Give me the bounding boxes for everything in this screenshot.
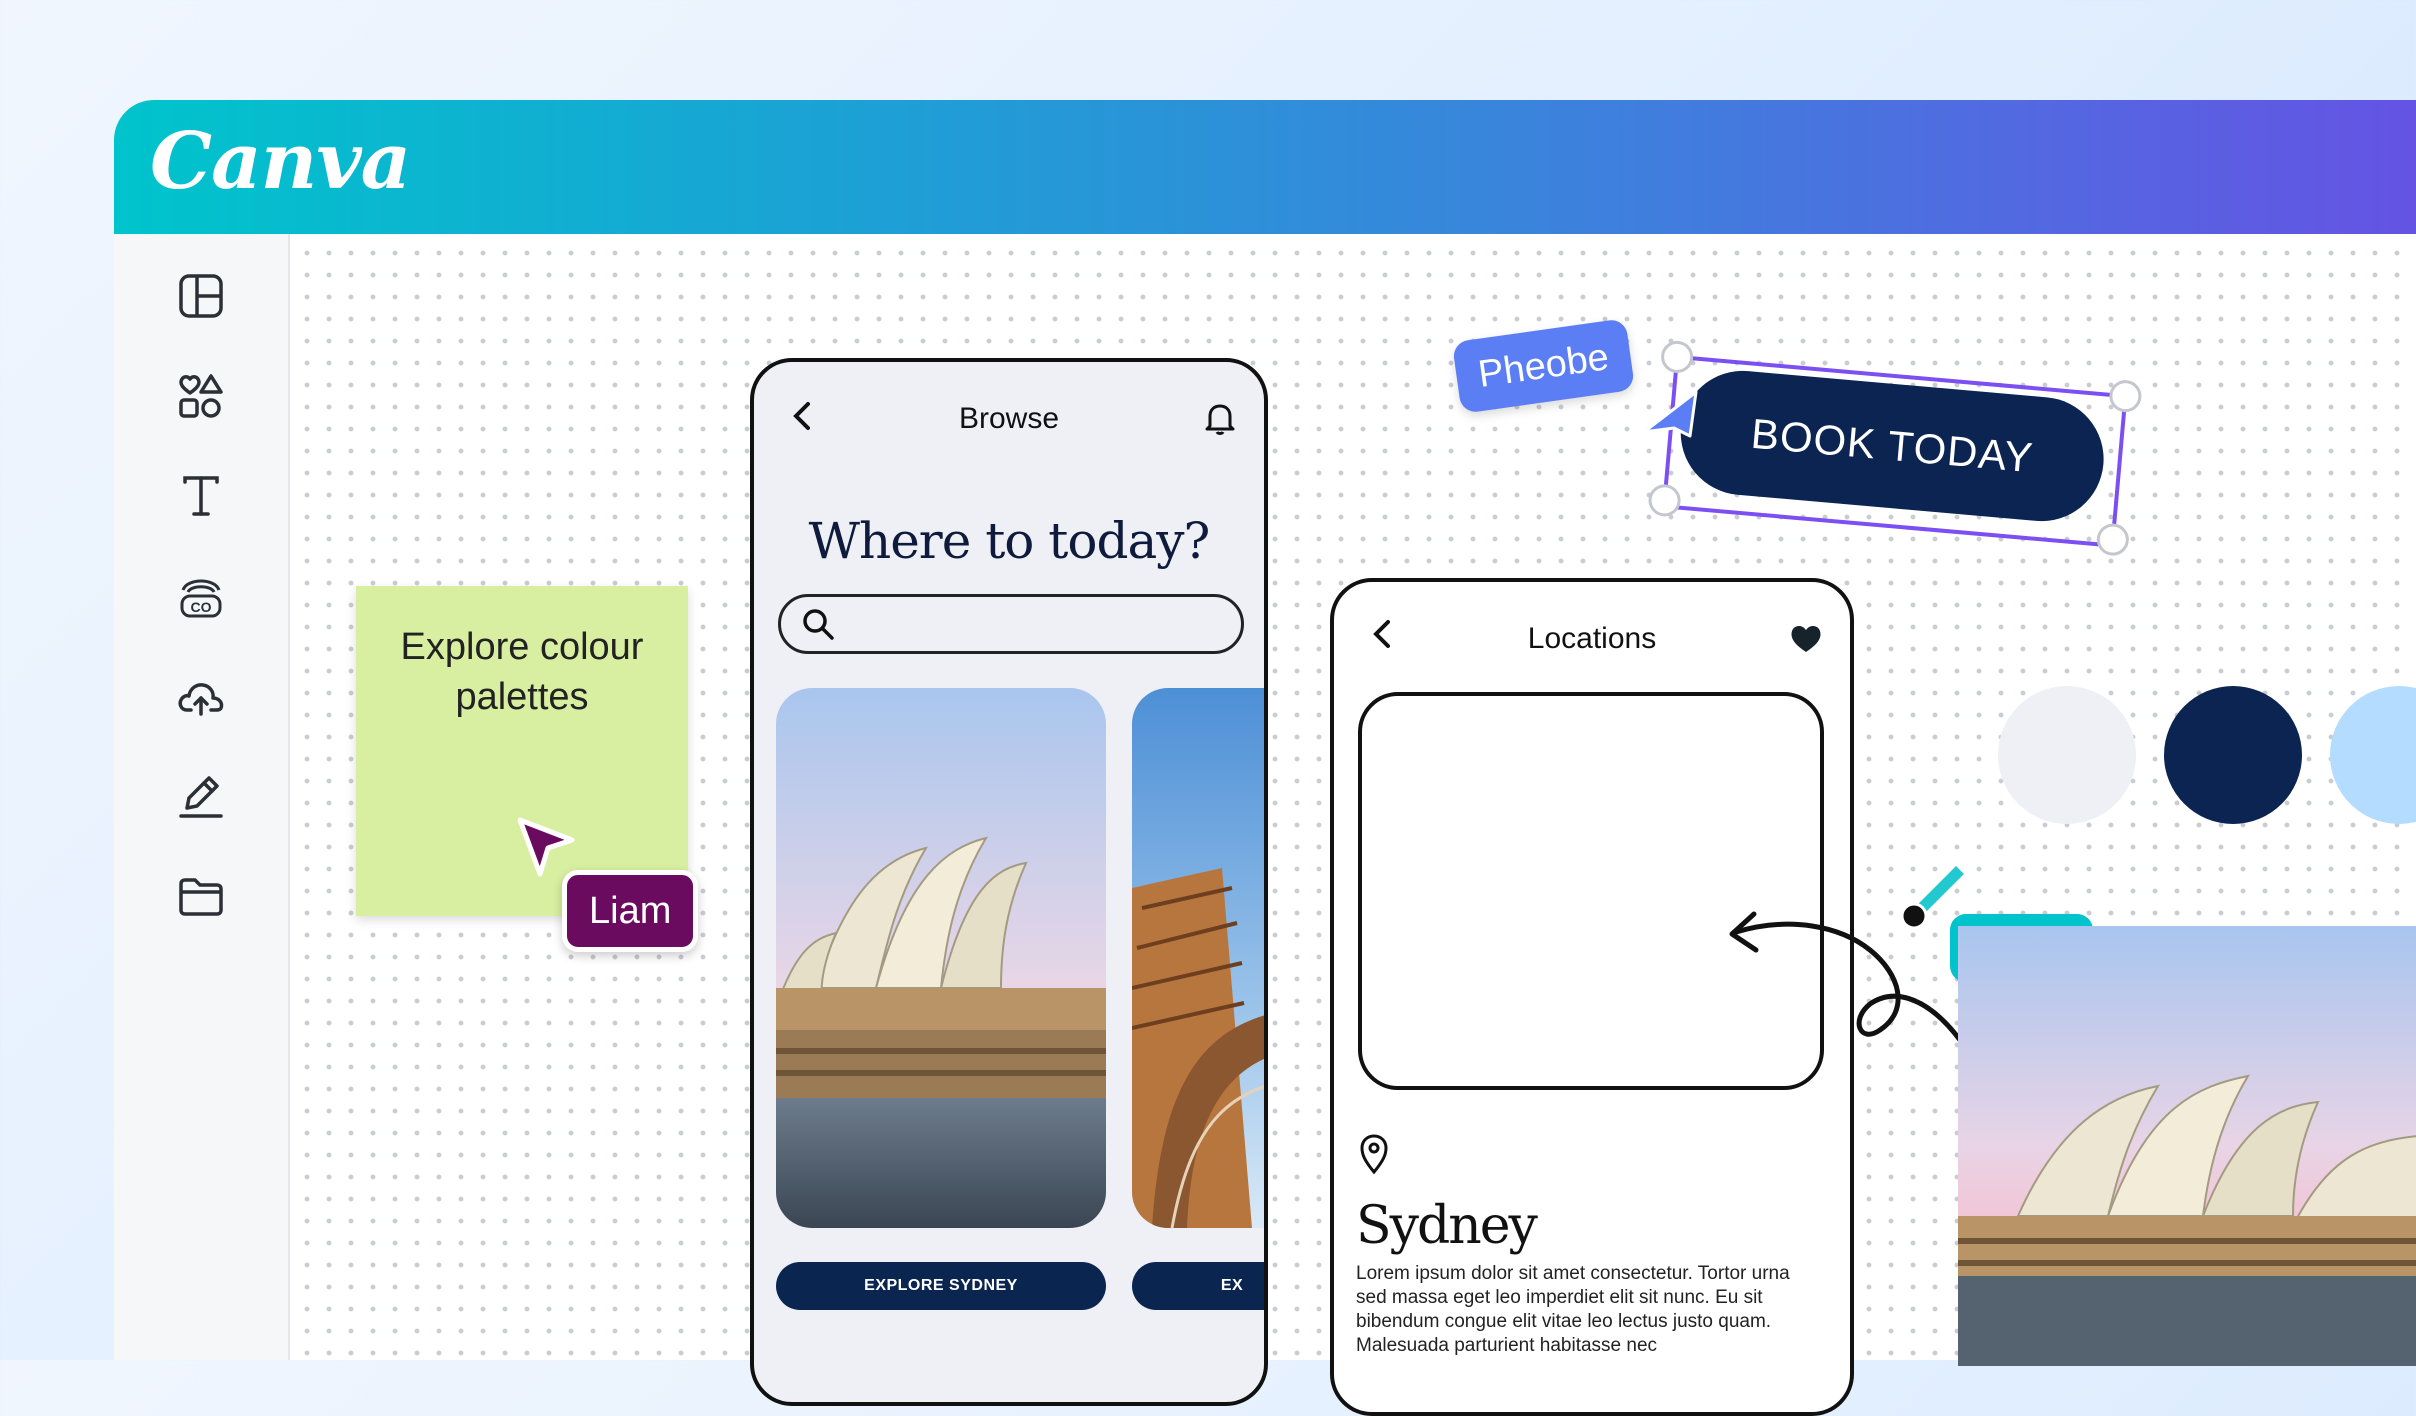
locations-header: Locations	[1527, 622, 1657, 655]
elements-shapes-icon[interactable]	[173, 368, 229, 424]
sydney-opera-house-image[interactable]	[776, 688, 1106, 1228]
search-icon	[803, 609, 834, 640]
palette-swatch-light-grey[interactable]	[1998, 686, 2136, 824]
canva-logo[interactable]: Canva	[150, 116, 411, 207]
liam-name-tag: Liam	[562, 870, 699, 952]
top-bar: Canva	[114, 100, 2416, 234]
explore-second-button[interactable]: EX	[1132, 1262, 1264, 1310]
city-description: Lorem ipsum dolor sit amet consectetur. …	[1356, 1263, 1790, 1356]
sticky-note-text: Explore colour palettes	[400, 626, 644, 718]
liam-cursor-icon	[517, 817, 575, 877]
draw-pen-icon[interactable]	[173, 768, 229, 824]
folder-icon[interactable]	[173, 868, 229, 924]
pheobe-cursor-icon	[1642, 390, 1698, 438]
svg-text:CO: CO	[191, 599, 212, 615]
heart-icon[interactable]	[1786, 618, 1826, 658]
brand-icon[interactable]: CO	[173, 568, 229, 624]
sydney-opera-house-photo[interactable]	[1958, 926, 2416, 1366]
sidebar: CO	[114, 234, 290, 1360]
palette-swatch-navy[interactable]	[2164, 686, 2302, 824]
text-icon[interactable]	[173, 468, 229, 524]
bell-icon[interactable]	[1200, 398, 1240, 438]
location-pin-icon	[1360, 1134, 1388, 1175]
layout-panel-icon[interactable]	[173, 268, 229, 324]
eiffel-tower-image[interactable]	[1132, 688, 1264, 1228]
search-input[interactable]	[778, 594, 1244, 654]
browse-header: Browse	[958, 402, 1060, 435]
cloud-upload-icon[interactable]	[173, 668, 229, 724]
explore-sydney-button[interactable]: EXPLORE SYDNEY	[776, 1262, 1106, 1310]
browse-headline: Where to today?	[808, 512, 1211, 570]
city-title: Sydney	[1356, 1196, 1538, 1256]
browse-phone-mockup[interactable]: Browse Where to today? EXPLORE SYDNEY EX	[750, 358, 1268, 1406]
